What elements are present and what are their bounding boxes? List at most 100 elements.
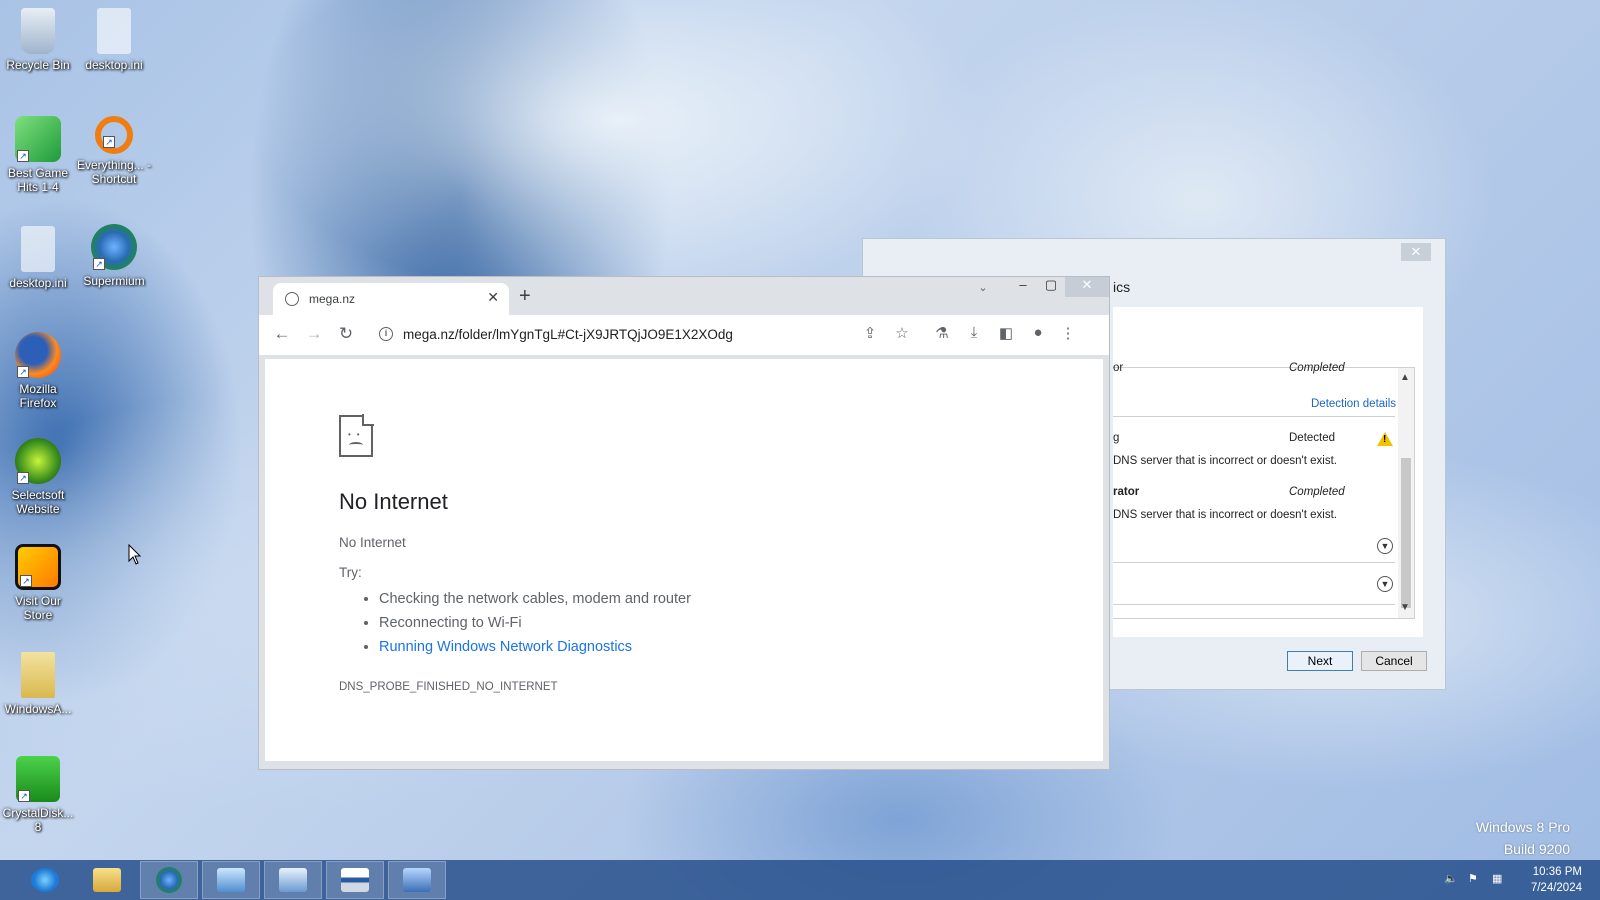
desktop-icon-everything-shortcut[interactable]: ↗ Everything... - Shortcut xyxy=(76,116,152,186)
result-description: DNS server that is incorrect or doesn't … xyxy=(1113,509,1337,521)
result-status: Completed xyxy=(1289,486,1345,498)
desktop-icon-crystaldisk[interactable]: ↗ CrystalDisk... 8 xyxy=(0,756,76,834)
desktop-icon-mozilla-firefox[interactable]: ↗ Mozilla Firefox xyxy=(0,332,76,410)
taskbar-internet-explorer[interactable] xyxy=(16,861,74,899)
desktop-icon-label: Best Game Hits 1-4 xyxy=(7,166,69,194)
expand-chevron-icon[interactable]: ▼ xyxy=(1377,538,1393,554)
taskbar-network-troubleshooter[interactable] xyxy=(388,861,446,899)
desktop-icon-label: Supermium xyxy=(83,274,145,288)
suggestion-list: Checking the network cables, modem and r… xyxy=(379,587,691,659)
error-subtitle: No Internet xyxy=(339,535,406,550)
scroll-thumb[interactable] xyxy=(1401,458,1411,608)
result-name: or xyxy=(1113,362,1124,374)
share-icon[interactable]: ⇪ xyxy=(859,324,881,342)
desktop-icon-label: Visit Our Store xyxy=(15,594,61,622)
divider xyxy=(1113,416,1395,417)
cancel-button[interactable]: Cancel xyxy=(1361,651,1427,671)
desktop-icon-label: Mozilla Firefox xyxy=(19,382,57,410)
taskbar-supermium[interactable] xyxy=(140,861,198,899)
suggestion-item: Checking the network cables, modem and r… xyxy=(379,587,691,611)
tab-close-icon[interactable]: ✕ xyxy=(487,289,499,306)
network-warning-icon[interactable]: ▦ xyxy=(1492,872,1506,886)
clock-time: 10:36 PM xyxy=(1532,866,1582,878)
store-icon: ↗ xyxy=(15,544,61,590)
desktop-icon-visit-our-store[interactable]: ↗ Visit Our Store xyxy=(0,544,76,622)
desktop-icon-label: desktop.ini xyxy=(9,276,67,290)
result-status: Completed xyxy=(1289,362,1345,374)
settings-file-icon xyxy=(21,226,55,272)
desktop-icon-label: WindowsA... xyxy=(4,702,72,716)
labs-flask-icon[interactable]: ⚗ xyxy=(931,324,953,342)
desktop-icon-windowsa[interactable]: WindowsA... xyxy=(0,652,76,716)
suggestion-item: Reconnecting to Wi-Fi xyxy=(379,611,691,635)
diagnostics-close-button[interactable]: ✕ xyxy=(1401,243,1431,261)
desktop-icon-best-game-hits[interactable]: ↗ Best Game Hits 1-4 xyxy=(0,116,76,194)
watermark-build: Build 9200 xyxy=(1503,841,1570,857)
new-tab-icon[interactable]: + xyxy=(519,285,531,308)
forward-icon[interactable]: → xyxy=(303,324,325,344)
folder-icon xyxy=(21,652,55,698)
reload-icon[interactable]: ↻ xyxy=(335,324,357,344)
action-center-flag-icon[interactable]: ⚑ xyxy=(1468,872,1482,886)
clock-date: 7/24/2024 xyxy=(1530,882,1582,894)
diagnostics-scrollbar[interactable]: ▲ ▼ xyxy=(1398,368,1414,618)
monitor-icon xyxy=(279,868,307,892)
site-info-icon[interactable]: i xyxy=(379,327,393,341)
taskbar: 🔈 ⚑ ▦ 10:36 PM 7/24/2024 xyxy=(0,860,1600,900)
maximize-icon[interactable]: ▢ xyxy=(1039,277,1063,297)
firefox-icon: ↗ xyxy=(15,332,61,378)
tab-title: mega.nz xyxy=(309,292,356,306)
result-name: g xyxy=(1113,432,1120,444)
windows-watermark: Windows 8 Pro Build 9200 xyxy=(1476,816,1570,860)
profile-avatar-icon[interactable]: ● xyxy=(1027,324,1049,341)
system-clock[interactable]: 10:36 PM 7/24/2024 xyxy=(1510,864,1582,896)
tab-search-icon[interactable]: ⌄ xyxy=(973,281,993,301)
desktop-icon-label: desktop.ini xyxy=(85,58,143,72)
desktop-icon-desktop-ini[interactable]: desktop.ini xyxy=(76,8,152,72)
menu-kebab-icon[interactable]: ⋮ xyxy=(1057,324,1079,342)
try-label: Try: xyxy=(339,565,362,580)
scroll-up-icon[interactable]: ▲ xyxy=(1400,372,1410,383)
network-computers-icon xyxy=(403,868,431,892)
minimize-icon[interactable]: – xyxy=(1011,277,1035,297)
result-status: Detected xyxy=(1289,432,1336,444)
diagnostics-title: ics xyxy=(1113,279,1131,295)
tab-mega[interactable]: mega.nz ✕ xyxy=(273,283,509,315)
folder-icon xyxy=(93,868,121,892)
taskbar-diagnostics[interactable] xyxy=(326,861,384,899)
bookmark-star-icon[interactable]: ☆ xyxy=(891,324,913,342)
crystaldisk-icon: ↗ xyxy=(16,756,60,802)
close-window-icon[interactable]: ✕ xyxy=(1065,277,1109,297)
desktop-icon-label: Selectsoft Website xyxy=(11,488,65,516)
divider xyxy=(1113,604,1395,605)
desktop-icon-desktop-ini-2[interactable]: desktop.ini xyxy=(0,226,76,290)
result-description: DNS server that is incorrect or doesn't … xyxy=(1113,455,1337,467)
desktop-icon-recycle-bin[interactable]: Recycle Bin xyxy=(0,8,76,72)
suggestion-item: Running Windows Network Diagnostics xyxy=(379,635,691,659)
speaker-muted-icon[interactable]: 🔈 xyxy=(1444,872,1458,886)
result-name: rator xyxy=(1113,486,1140,498)
error-heading: No Internet xyxy=(339,489,448,514)
taskbar-file-explorer[interactable] xyxy=(78,861,136,899)
detection-details-link[interactable]: Detection details xyxy=(1311,398,1396,410)
run-diagnostics-link[interactable]: Running Windows Network Diagnostics xyxy=(379,639,632,655)
scroll-down-icon[interactable]: ▼ xyxy=(1400,602,1410,613)
error-code: DNS_PROBE_FINISHED_NO_INTERNET xyxy=(339,681,558,693)
watermark-edition: Windows 8 Pro xyxy=(1475,819,1570,835)
desktop-icon-supermium[interactable]: ↗ Supermium xyxy=(76,224,152,288)
page-content: •• No Internet No Internet Try: Checking… xyxy=(265,359,1103,761)
expand-chevron-icon[interactable]: ▼ xyxy=(1377,576,1393,592)
address-bar[interactable]: i mega.nz/folder/lmYgnTgL#Ct-jX9JRTQjJO9… xyxy=(375,319,927,351)
download-icon[interactable]: ⤓ xyxy=(963,324,985,341)
dice-icon: ↗ xyxy=(15,116,61,162)
back-icon[interactable]: ← xyxy=(271,324,293,344)
sad-page-icon: •• xyxy=(339,414,374,457)
side-panel-icon[interactable]: ◧ xyxy=(995,324,1017,342)
taskbar-network-app[interactable] xyxy=(264,861,322,899)
mouse-cursor-icon xyxy=(128,544,142,565)
diagnostics-results-list: or Completed Detection details g Detecte… xyxy=(1113,362,1415,619)
taskbar-control-panel[interactable] xyxy=(202,861,260,899)
next-button[interactable]: Next xyxy=(1287,651,1353,671)
address-url[interactable]: mega.nz/folder/lmYgnTgL#Ct-jX9JRTQjJO9E1… xyxy=(403,327,733,342)
desktop-icon-selectsoft-website[interactable]: ↗ Selectsoft Website xyxy=(0,438,76,516)
